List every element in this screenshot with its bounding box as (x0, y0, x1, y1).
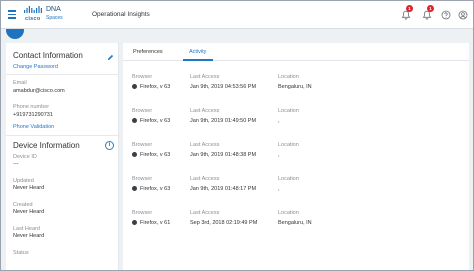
browser-value: Firefox, v 63 (140, 118, 171, 124)
user-profile-button[interactable] (458, 10, 468, 20)
last-access-value: Jan 9th, 2019 01:48:38 PM (190, 152, 257, 158)
browser-value: Firefox, v 63 (140, 84, 171, 90)
location-label: Location (278, 142, 299, 148)
updated-label: Updated (13, 178, 34, 184)
location-value: , (278, 118, 280, 124)
app-title: Operational Insights (92, 11, 150, 18)
phone-label: Phone number (13, 104, 50, 110)
menu-icon[interactable] (8, 10, 16, 19)
location-value: Bengaluru, IN (278, 220, 312, 226)
phone-validation-link[interactable]: Phone Validation (13, 124, 54, 130)
dna-wordmark: DNA (46, 6, 61, 13)
app-window: cisco DNA Spaces Operational Insights 1 … (0, 0, 474, 271)
notification-badge: 1 (406, 5, 413, 12)
firefox-icon (132, 118, 137, 123)
notification-button[interactable]: 1 (401, 5, 413, 20)
phone-value: +919731290731 (13, 112, 53, 118)
browser-value: Firefox, v 61 (140, 220, 171, 226)
last-access-value: Jan 9th, 2019 01:49:50 PM (190, 118, 257, 124)
location-label: Location (278, 108, 299, 114)
device-id-label: Device ID (13, 154, 37, 160)
last-access-label: Last Access (190, 142, 220, 148)
cisco-wordmark: cisco (25, 16, 41, 22)
info-icon[interactable]: i (105, 141, 114, 150)
location-label: Location (278, 210, 299, 216)
email-value: amabdur@cisco.com (13, 88, 65, 94)
updated-value: Never Heard (13, 185, 45, 191)
divider (6, 74, 119, 75)
cisco-bars-icon (24, 6, 42, 13)
browser-label: Browser (132, 176, 153, 182)
profile-sidebar: Contact Information Change Password Emai… (6, 43, 119, 270)
activity-row: Browser Last Access Location Firefox, v 61 S… (123, 210, 469, 244)
help-button[interactable] (441, 10, 451, 20)
change-password-link[interactable]: Change Password (13, 64, 58, 70)
browser-label: Browser (132, 74, 153, 80)
firefox-icon (132, 84, 137, 89)
divider (6, 135, 119, 136)
location-label: Location (278, 74, 299, 80)
status-label: Status (13, 250, 29, 256)
alerts-badge: 1 (427, 5, 434, 12)
last-access-label: Last Access (190, 210, 220, 216)
email-label: Email (13, 80, 27, 86)
last-access-value: Jan 9th, 2019 01:48:17 PM (190, 186, 257, 192)
location-value: Bengaluru, IN (278, 84, 312, 90)
last-access-value: Sep 3rd, 2018 02:19:49 PM (190, 220, 258, 226)
location-value: , (278, 152, 280, 158)
firefox-icon (132, 220, 137, 225)
last-heard-label: Last Heard (13, 226, 40, 232)
browser-label: Browser (132, 108, 153, 114)
device-id-value: --- (13, 161, 19, 167)
help-icon (441, 10, 451, 20)
activity-row: Browser Last Access Location Firefox, v 63 J… (123, 74, 469, 108)
activity-row: Browser Last Access Location Firefox, v 63 J… (123, 176, 469, 210)
firefox-icon (132, 186, 137, 191)
user-icon (458, 10, 468, 20)
tab-activity[interactable]: Activity (189, 49, 206, 55)
browser-label: Browser (132, 210, 153, 216)
created-label: Created (13, 202, 33, 208)
last-heard-value: Never Heard (13, 233, 45, 239)
contact-information-title: Contact Information (13, 51, 83, 60)
activity-panel: Preferences Activity Browser Last Access L… (123, 43, 469, 270)
alerts-button[interactable]: 1 (422, 5, 434, 20)
browser-value: Firefox, v 63 (140, 152, 171, 158)
location-value: , (278, 186, 280, 192)
tab-preferences[interactable]: Preferences (133, 49, 163, 55)
location-label: Location (278, 176, 299, 182)
cisco-dna-spaces-logo: cisco DNA Spaces (24, 6, 84, 26)
activity-row: Browser Last Access Location Firefox, v 63 J… (123, 142, 469, 176)
top-bar: cisco DNA Spaces Operational Insights 1 … (1, 1, 473, 29)
active-tab-indicator (183, 59, 213, 61)
device-information-title: Device Information (13, 141, 80, 150)
firefox-icon (132, 152, 137, 157)
spaces-wordmark: Spaces (46, 15, 63, 21)
last-access-label: Last Access (190, 74, 220, 80)
edit-pencil-icon[interactable] (107, 54, 114, 61)
last-access-label: Last Access (190, 176, 220, 182)
created-value: Never Heard (13, 209, 45, 215)
avatar (6, 29, 24, 39)
browser-label: Browser (132, 142, 153, 148)
last-access-label: Last Access (190, 108, 220, 114)
activity-row: Browser Last Access Location Firefox, v 63 J… (123, 108, 469, 142)
tab-bar: Preferences Activity (123, 43, 469, 61)
last-access-value: Jan 9th, 2019 04:53:56 PM (190, 84, 257, 90)
browser-value: Firefox, v 63 (140, 186, 171, 192)
